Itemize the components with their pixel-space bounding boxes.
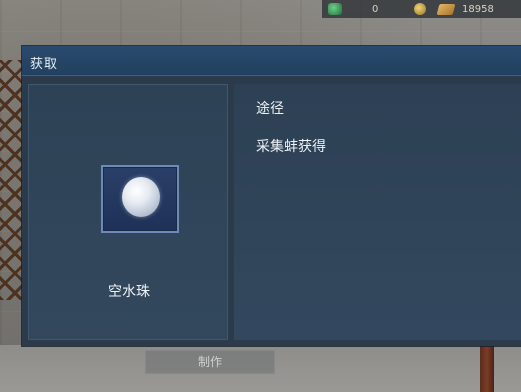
item-name: 空水珠 (108, 284, 150, 300)
gem-count: 0 (372, 3, 379, 15)
gold-coin-icon (414, 3, 426, 15)
item-slot[interactable] (101, 165, 179, 233)
source-heading: 途径 (256, 101, 284, 117)
ticket-count: 18958 (462, 3, 494, 15)
item-panel: 空水珠 (28, 84, 228, 340)
background-pole (480, 340, 494, 392)
source-item[interactable]: 采集蚌获得 (256, 136, 326, 156)
dialog-header: 获取 (22, 46, 521, 76)
currency-bar: 0 18958 (322, 0, 521, 18)
dialog-title: 获取 (30, 57, 59, 72)
make-button[interactable]: 制作 (145, 350, 275, 374)
pearl-icon (122, 177, 160, 217)
source-panel: 途径 采集蚌获得 (234, 84, 521, 340)
ticket-icon (436, 3, 456, 15)
green-gem-icon (328, 3, 342, 15)
acquire-dialog: 获取 空水珠 途径 采集蚌获得 (22, 46, 521, 346)
